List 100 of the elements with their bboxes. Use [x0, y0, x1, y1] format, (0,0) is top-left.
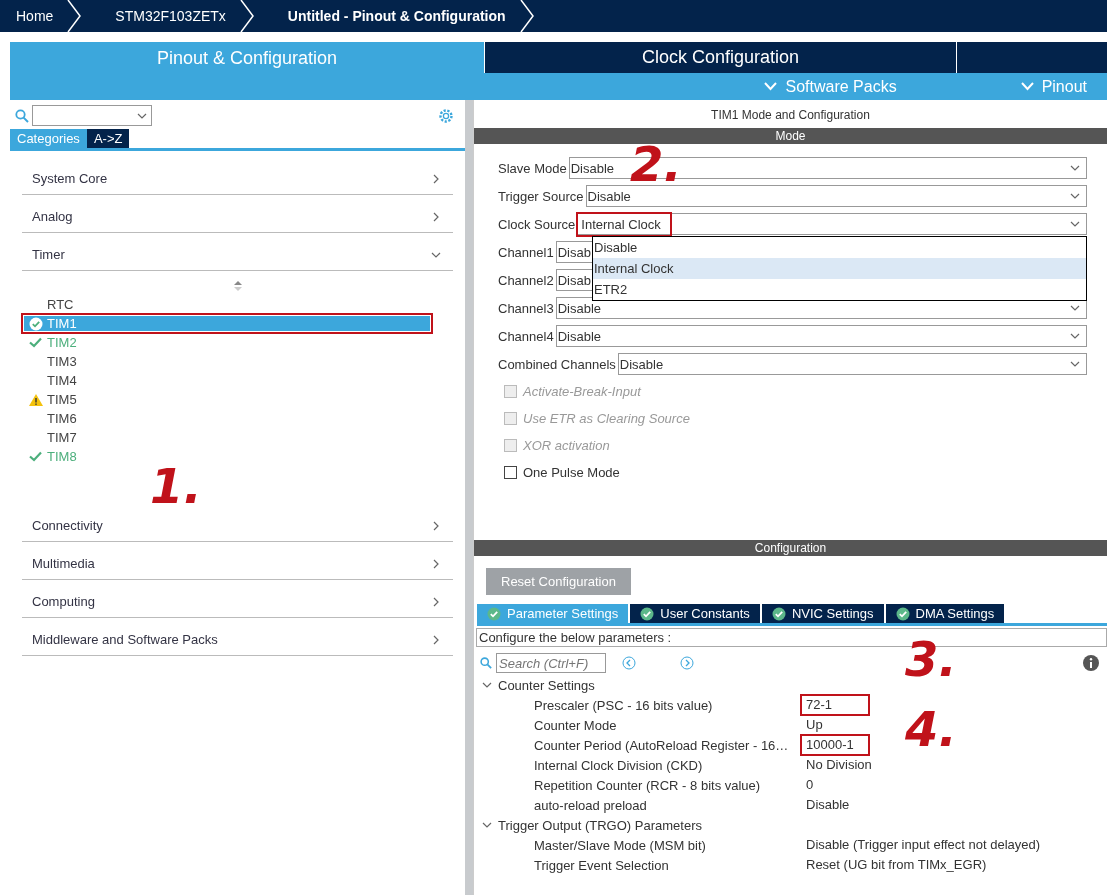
checkbox-label: XOR activation — [523, 438, 610, 453]
view-tab[interactable]: A->Z — [86, 129, 130, 148]
info-icon[interactable] — [1083, 655, 1099, 671]
previous-icon[interactable] — [622, 656, 636, 670]
next-icon[interactable] — [680, 656, 694, 670]
parameter-name: Internal Clock Division (CKD) — [534, 757, 704, 773]
config-tab[interactable]: DMA Settings — [885, 604, 1005, 623]
parameter-value[interactable]: Disable (Trigger input effect not delayed) — [802, 836, 1045, 854]
section-header: Configuration — [474, 540, 1107, 556]
parameter-value[interactable]: Disable — [802, 796, 854, 814]
sort-icon[interactable] — [233, 281, 242, 291]
check-icon — [29, 337, 42, 348]
field-label: Slave Mode — [498, 160, 567, 176]
parameter-name: Counter Mode — [534, 717, 618, 733]
field-value: Disable — [557, 300, 601, 316]
parameter-name: Trigger Event Selection — [534, 857, 670, 873]
peripheral-item[interactable]: RTC — [22, 295, 432, 314]
peripheral-item[interactable]: TIM3 — [22, 352, 432, 371]
peripheral-item[interactable]: TIM5 — [22, 390, 432, 409]
dropdown-field[interactable]: Disable — [555, 325, 1087, 347]
field-label: Channel4 — [498, 328, 554, 344]
parameter-name: auto-reload preload — [534, 797, 648, 813]
chevron-down-icon — [1070, 219, 1080, 229]
dropdown-field[interactable]: Internal Clock — [577, 213, 1087, 235]
chevron-down-icon — [482, 820, 492, 830]
check-circle-icon — [771, 606, 786, 621]
checkbox-label: One Pulse Mode — [523, 465, 620, 480]
check-circle-icon — [895, 606, 910, 621]
check-circle-icon — [487, 606, 501, 621]
scrollbar[interactable] — [465, 100, 473, 895]
warning-icon — [28, 393, 43, 406]
category-item[interactable]: Multimedia — [22, 542, 453, 580]
chevron-right-icon — [431, 558, 441, 569]
category-item[interactable]: Timer — [22, 233, 453, 271]
check-circle-icon — [28, 316, 43, 331]
check-circle-icon — [640, 606, 655, 621]
handwritten-number: 4. — [905, 705, 957, 753]
checkbox-label: Use ETR as Clearing Source — [523, 411, 690, 426]
parameter-value[interactable]: 10000-1 — [802, 736, 868, 754]
dropdown-field[interactable]: Disable — [617, 353, 1087, 375]
search-combo-field[interactable] — [32, 105, 152, 126]
chevron-right-icon — [431, 634, 441, 645]
category-item[interactable]: Computing — [22, 580, 453, 618]
chevron-down-icon — [1070, 163, 1080, 173]
search-icon — [480, 657, 492, 669]
breadcrumb[interactable]: Home — [0, 0, 100, 32]
dropdown-option[interactable]: Internal Clock — [593, 258, 1086, 279]
chevron-down-icon — [1070, 303, 1080, 313]
field-label: Channel1 — [498, 244, 554, 260]
parameter-value[interactable]: 72-1 — [802, 696, 868, 714]
parameter-value[interactable]: Reset (UG bit from TIMx_EGR) — [802, 856, 991, 874]
parameter-name: Master/Slave Mode (MSM bit) — [534, 837, 707, 853]
breadcrumb[interactable]: STM32F103ZETx — [99, 0, 272, 32]
parameter-value[interactable]: 0 — [802, 776, 818, 794]
search-field[interactable]: Search (Ctrl+F) — [496, 653, 606, 673]
group-header[interactable]: Trigger Output (TRGO) Parameters — [474, 815, 1107, 835]
field-value: Disable — [570, 160, 614, 176]
chevron-right-icon — [431, 520, 441, 531]
peripheral-item[interactable]: TIM6 — [22, 409, 432, 428]
config-tab[interactable]: User Constants — [630, 604, 760, 623]
field-value: Disable — [557, 328, 601, 344]
checkbox[interactable] — [504, 466, 517, 479]
field-label: Combined Channels — [498, 356, 616, 372]
category-item[interactable]: Analog — [22, 195, 453, 233]
chevron-down-icon — [764, 82, 778, 91]
chevron-right-icon — [431, 211, 441, 222]
category-item[interactable]: Middleware and Software Packs — [22, 618, 453, 656]
parameter-name: Prescaler (PSC - 16 bits value) — [534, 697, 714, 713]
field-label: Channel2 — [498, 272, 554, 288]
chevron-right-icon — [431, 596, 441, 607]
category-item[interactable]: Connectivity — [22, 504, 453, 542]
field-label: Clock Source — [498, 216, 576, 232]
chevron-down-icon — [482, 680, 492, 690]
peripheral-item[interactable]: TIM7 — [22, 428, 432, 447]
field-value: Disable — [619, 356, 664, 372]
category-item[interactable]: System Core — [22, 157, 453, 195]
parameter-value[interactable]: No Division — [802, 756, 876, 774]
field-value: Disab — [557, 272, 591, 288]
chevron-down-icon — [1070, 331, 1080, 341]
field-label: Trigger Source — [498, 188, 584, 204]
parameter-name: Repetition Counter (RCR - 8 bits value) — [534, 777, 762, 793]
config-tab[interactable]: NVIC Settings — [761, 604, 884, 623]
panel-title: TIM1 Mode and Configuration — [710, 107, 871, 124]
check-icon — [29, 451, 42, 462]
settings-icon[interactable] — [438, 107, 454, 124]
chevron-down-icon — [1070, 191, 1080, 201]
dropdown-field[interactable]: Disable — [585, 185, 1087, 207]
breadcrumb[interactable]: Untitled - Pinout & Configuration — [271, 0, 552, 32]
search-icon — [15, 108, 29, 123]
parameter-value[interactable]: Up — [802, 716, 827, 734]
section-header: Mode — [474, 128, 1107, 144]
field-label: Channel3 — [498, 300, 554, 316]
checkbox-label: Activate-Break-Input — [523, 384, 641, 399]
field-value: Internal Clock — [579, 214, 669, 234]
field-value: Disab — [557, 244, 591, 260]
chevron-down-icon — [1070, 359, 1080, 369]
chevron-right-icon — [431, 173, 441, 184]
main-tab[interactable]: Clock Configuration — [484, 42, 957, 73]
chevron-down-icon — [1020, 82, 1034, 91]
peripheral-item[interactable]: TIM4 — [22, 371, 432, 390]
